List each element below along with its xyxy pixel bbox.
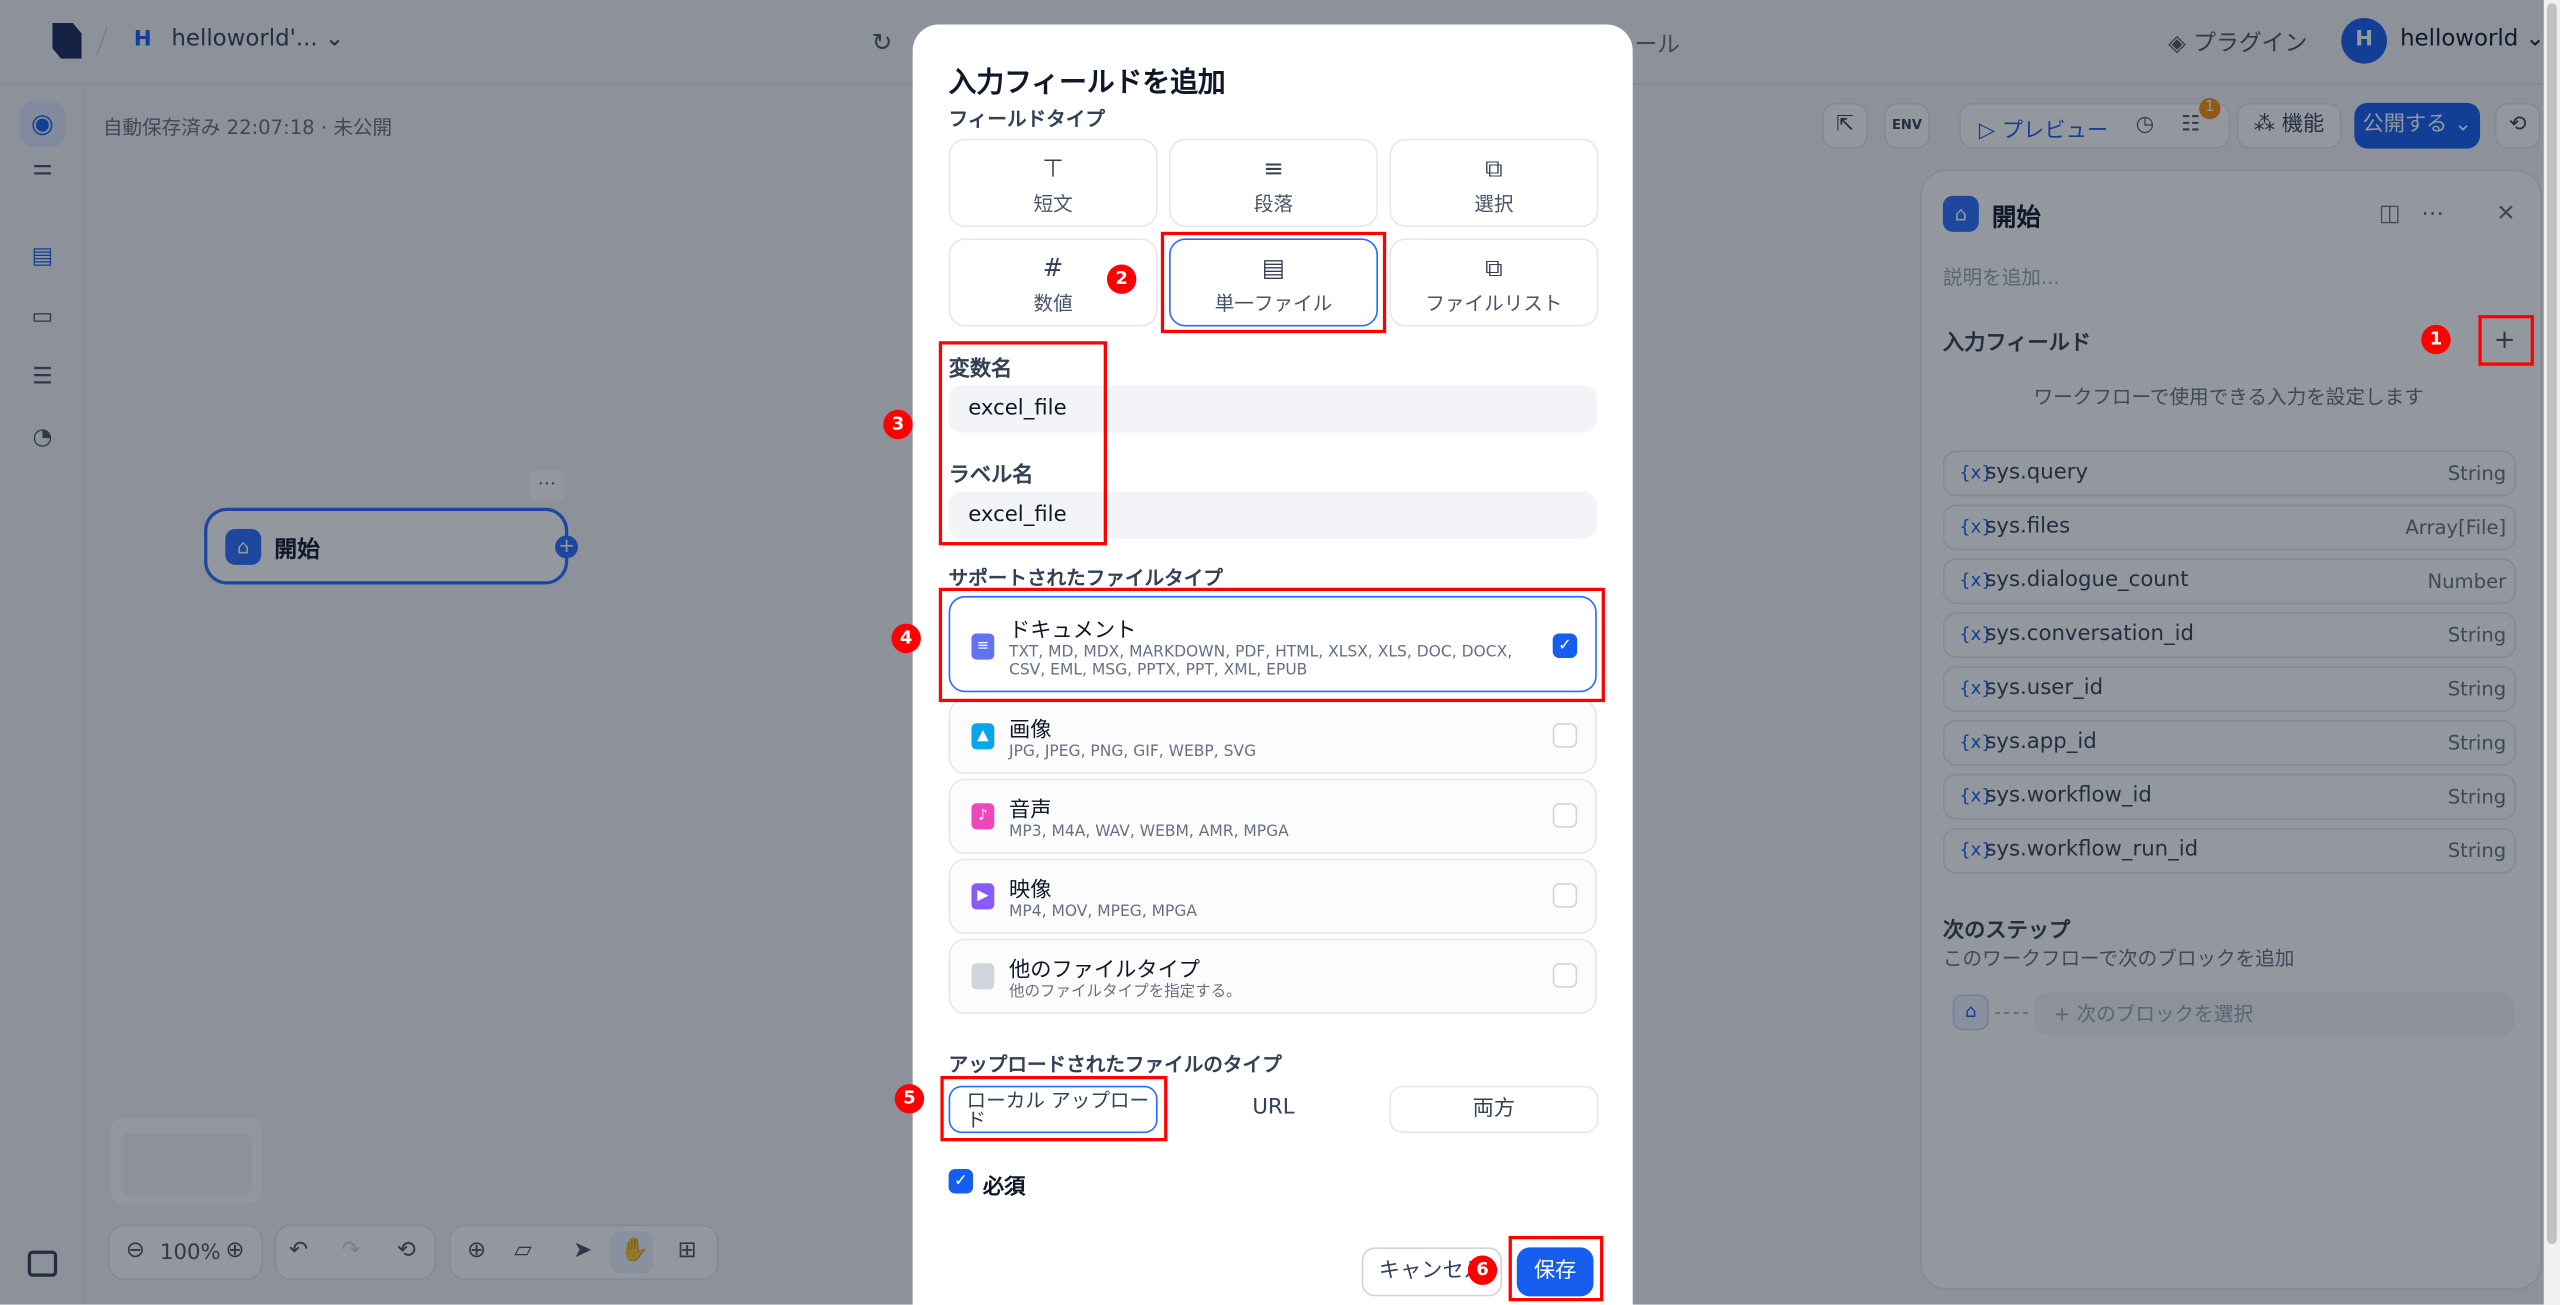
field-type-label-text: 選択 [1474,192,1514,216]
upload-url-button[interactable]: URL [1169,1086,1378,1133]
field-type-label-text: 短文 [1033,192,1073,216]
file-type-exts: MP4, MOV, MPEG, MPGA [1009,902,1198,921]
annotation-box-2 [1160,231,1387,334]
required-checkbox[interactable]: ✓ [948,1169,974,1194]
upload-both-button[interactable]: 両方 [1389,1085,1599,1134]
file-type-exts: JPG, JPEG, PNG, GIF, WEBP, SVG [1009,742,1257,761]
modal-title: 入力フィールドを追加 [948,66,1226,100]
paragraph-icon: ≡ [1263,153,1284,183]
file-type-exts: MP3, M4A, WAV, WEBM, AMR, MPGA [1009,822,1289,841]
audio-checkbox[interactable] [1552,803,1578,828]
other-checkbox[interactable] [1552,963,1578,988]
required-label: 必須 [982,1175,1026,1201]
field-type-label-text: 段落 [1253,192,1294,216]
audio-icon: ♪ [971,803,995,830]
annotation-marker-5: 5 [894,1084,925,1114]
text-input-icon: ⊤ [1042,153,1064,183]
video-checkbox[interactable] [1552,883,1578,908]
file-type-exts: 他のファイルタイプを指定する。 [1009,982,1242,1001]
scrollbar-thumb[interactable] [2547,3,2557,1245]
file-list-icon: ⧉ [1485,253,1503,283]
file-type-name: 他のファイルタイプ [1009,958,1201,983]
image-checkbox[interactable] [1552,723,1578,748]
annotation-box-5 [940,1075,1168,1142]
annotation-marker-4: 4 [891,623,921,654]
annotation-marker-1: 1 [2421,324,2451,355]
annotation-box-3 [938,341,1107,546]
annotation-box-4 [938,587,1605,703]
annotation-box-1 [2478,315,2534,366]
file-type-name: 映像 [1009,878,1052,903]
annotation-marker-3: 3 [883,409,913,440]
video-icon: ▶ [971,883,995,910]
field-type-label-text: ファイルリスト [1425,292,1563,316]
blank-file-icon [971,963,995,990]
image-icon: ▲ [971,723,995,750]
upload-types-label: アップロードされたファイルのタイプ [948,1053,1282,1076]
file-type-name: 音声 [1009,798,1052,823]
annotation-marker-2: 2 [1106,264,1137,294]
select-icon: ⧉ [1485,153,1503,183]
file-type-name: 画像 [1009,718,1052,743]
field-type-label: フィールドタイプ [948,107,1105,131]
annotation-marker-6: 6 [1467,1255,1498,1285]
annotation-box-6 [1508,1235,1604,1302]
